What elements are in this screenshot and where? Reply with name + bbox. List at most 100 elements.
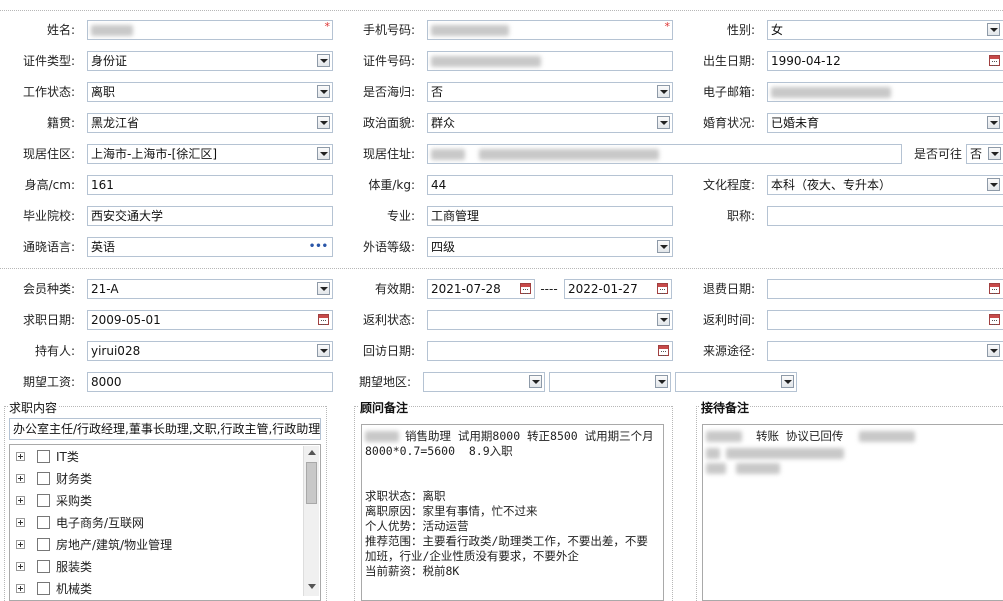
- dropdown-arrow-icon[interactable]: [657, 116, 670, 129]
- refund-date-label: 退费日期:: [702, 282, 755, 296]
- holder-select[interactable]: yirui028: [87, 341, 333, 361]
- job-category-tree[interactable]: IT类 财务类 采购类 电子商务/互联网 房地产/建筑/物业管理 服装类 机械类: [9, 444, 321, 601]
- calendar-icon[interactable]: [989, 55, 1000, 66]
- email-input[interactable]: [767, 82, 1003, 102]
- lang-level-select[interactable]: 四级: [427, 237, 673, 257]
- title-input[interactable]: [767, 206, 1003, 226]
- dropdown-arrow-icon[interactable]: [317, 147, 330, 160]
- native-label: 籍贯:: [46, 116, 75, 130]
- email-label: 电子邮箱:: [702, 85, 755, 99]
- expand-plus-icon[interactable]: [16, 562, 25, 571]
- mobile-label: 手机号码:: [362, 23, 415, 37]
- dropdown-arrow-icon[interactable]: [317, 54, 330, 67]
- major-input[interactable]: 工商管理: [427, 206, 673, 226]
- area-select-3[interactable]: [675, 372, 797, 392]
- dropdown-arrow-icon[interactable]: [655, 375, 668, 388]
- checkbox-icon[interactable]: [37, 516, 50, 529]
- calendar-icon[interactable]: [658, 345, 669, 356]
- name-input[interactable]: *: [87, 20, 333, 40]
- overseas-select[interactable]: 否: [427, 82, 673, 102]
- dropdown-arrow-icon[interactable]: [988, 147, 1001, 160]
- id-no-input[interactable]: [427, 51, 673, 71]
- valid-to-input[interactable]: 2022-01-27: [564, 279, 672, 299]
- expected-salary-input[interactable]: 8000: [87, 372, 333, 392]
- title-label: 职称:: [726, 209, 755, 223]
- school-label: 毕业院校:: [22, 209, 75, 223]
- can-travel-select[interactable]: 否: [966, 144, 1003, 164]
- checkbox-icon[interactable]: [37, 560, 50, 573]
- dropdown-arrow-icon[interactable]: [317, 85, 330, 98]
- job-date-input[interactable]: 2009-05-01: [87, 310, 333, 330]
- scroll-down-icon[interactable]: [308, 584, 316, 589]
- expand-plus-icon[interactable]: [16, 584, 25, 593]
- expand-plus-icon[interactable]: [16, 474, 25, 483]
- politics-select[interactable]: 群众: [427, 113, 673, 133]
- checkbox-icon[interactable]: [37, 450, 50, 463]
- member-type-select[interactable]: 21-A: [87, 279, 333, 299]
- height-input[interactable]: 161: [87, 175, 333, 195]
- weight-input[interactable]: 44: [427, 175, 673, 195]
- tree-scrollbar[interactable]: [303, 446, 319, 596]
- dropdown-arrow-icon[interactable]: [987, 23, 1000, 36]
- rebate-status-select[interactable]: [427, 310, 673, 330]
- consultant-border: [354, 406, 355, 601]
- expand-plus-icon[interactable]: [16, 452, 25, 461]
- expand-plus-icon[interactable]: [16, 540, 25, 549]
- revisit-date-input[interactable]: [427, 341, 673, 361]
- residence-addr-input[interactable]: [427, 144, 902, 164]
- reception-note-textarea[interactable]: 转账 协议已回传: [702, 424, 1003, 601]
- dropdown-arrow-icon[interactable]: [529, 375, 542, 388]
- checkbox-icon[interactable]: [37, 538, 50, 551]
- valid-from-input[interactable]: 2021-07-28: [427, 279, 535, 299]
- school-input[interactable]: 西安交通大学: [87, 206, 333, 226]
- checkbox-icon[interactable]: [37, 472, 50, 485]
- dropdown-arrow-icon[interactable]: [317, 282, 330, 295]
- marital-select[interactable]: 已婚未育: [767, 113, 1003, 133]
- overseas-label: 是否海归:: [362, 85, 415, 99]
- id-type-select[interactable]: 身份证: [87, 51, 333, 71]
- calendar-icon[interactable]: [318, 314, 329, 325]
- height-label: 身高/cm:: [24, 178, 75, 192]
- calendar-icon[interactable]: [989, 283, 1000, 294]
- scroll-thumb[interactable]: [306, 462, 317, 504]
- area-select-2[interactable]: [549, 372, 671, 392]
- calendar-icon[interactable]: [657, 283, 668, 294]
- dropdown-arrow-icon[interactable]: [317, 116, 330, 129]
- job-intent-border: [326, 406, 327, 601]
- expand-plus-icon[interactable]: [16, 496, 25, 505]
- language-input[interactable]: 英语 •••: [87, 237, 333, 257]
- rebate-time-input[interactable]: [767, 310, 1003, 330]
- politics-label: 政治面貌:: [362, 116, 415, 130]
- source-select[interactable]: [767, 341, 1003, 361]
- dropdown-arrow-icon[interactable]: [657, 85, 670, 98]
- section-divider: [0, 268, 1003, 269]
- scroll-up-icon[interactable]: [308, 450, 316, 455]
- refund-date-input[interactable]: [767, 279, 1003, 299]
- birth-input[interactable]: 1990-04-12: [767, 51, 1003, 71]
- gender-select[interactable]: 女: [767, 20, 1003, 40]
- consultant-note-textarea[interactable]: 销售助理 试用期8000 转正8500 试用期三个月 8000*0.7=5600…: [361, 424, 664, 601]
- native-select[interactable]: 黑龙江省: [87, 113, 333, 133]
- expand-plus-icon[interactable]: [16, 518, 25, 527]
- period-separator: ----: [540, 282, 558, 296]
- ellipsis-icon[interactable]: •••: [309, 238, 328, 256]
- dropdown-arrow-icon[interactable]: [987, 344, 1000, 357]
- checkbox-icon[interactable]: [37, 582, 50, 595]
- top-divider: [0, 10, 1003, 11]
- dropdown-arrow-icon[interactable]: [317, 344, 330, 357]
- calendar-icon[interactable]: [520, 283, 531, 294]
- area-select-1[interactable]: [423, 372, 545, 392]
- dropdown-arrow-icon[interactable]: [987, 178, 1000, 191]
- residence-area-select[interactable]: 上海市-上海市-[徐汇区]: [87, 144, 333, 164]
- job-intent-border: [4, 406, 5, 601]
- mobile-input[interactable]: *: [427, 20, 673, 40]
- work-status-select[interactable]: 离职: [87, 82, 333, 102]
- education-select[interactable]: 本科（夜大、专升本）: [767, 175, 1003, 195]
- dropdown-arrow-icon[interactable]: [657, 313, 670, 326]
- dropdown-arrow-icon[interactable]: [781, 375, 794, 388]
- dropdown-arrow-icon[interactable]: [657, 240, 670, 253]
- job-intent-input[interactable]: 办公室主任/行政经理,董事长助理,文职,行政主管,行政助理: [9, 418, 321, 440]
- checkbox-icon[interactable]: [37, 494, 50, 507]
- dropdown-arrow-icon[interactable]: [987, 116, 1000, 129]
- calendar-icon[interactable]: [989, 314, 1000, 325]
